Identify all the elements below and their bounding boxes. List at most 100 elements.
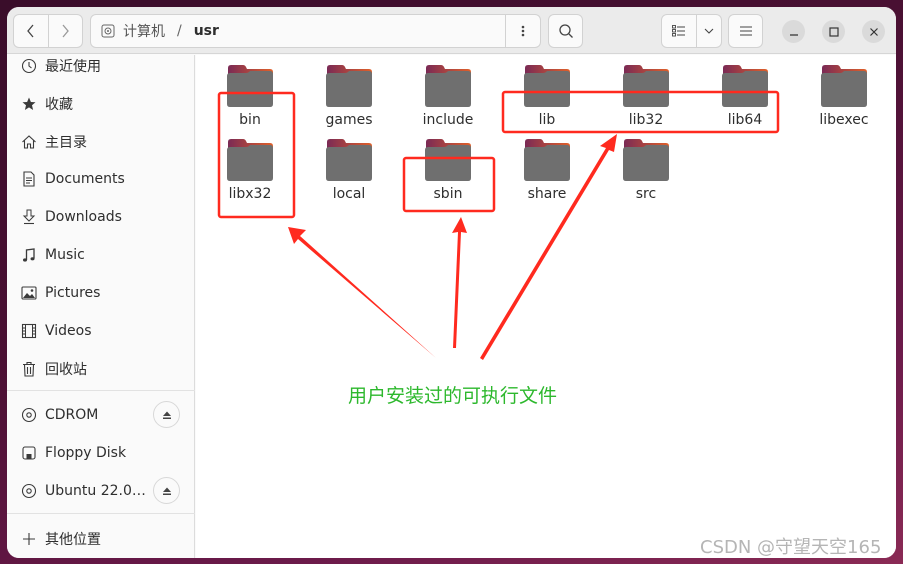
minimize-button[interactable] [782, 20, 805, 43]
folder-icon [524, 139, 570, 181]
folder-item[interactable]: libexec [799, 64, 889, 134]
folder-name: lib64 [727, 112, 763, 128]
vertical-dots-icon [521, 25, 525, 37]
sidebar-divider [7, 390, 195, 391]
folder-icon [326, 139, 372, 181]
sidebar-item-label: 回收站 [45, 362, 87, 378]
sidebar-item-label: Ubuntu 22.0… [45, 483, 146, 499]
folder-icon [326, 65, 372, 107]
sidebar-item-label: Documents [45, 171, 125, 187]
path-bar[interactable]: 计算机 / usr [90, 14, 541, 48]
folder-icon [425, 65, 471, 107]
search-button[interactable] [548, 14, 583, 48]
close-icon [869, 27, 878, 36]
folder-name: share [527, 186, 567, 202]
plus-icon [20, 532, 38, 546]
disc-icon [20, 407, 38, 423]
folder-item[interactable]: local [304, 138, 394, 208]
sidebar-item-trash[interactable]: 回收站 [7, 351, 195, 387]
folder-item[interactable]: libx32 [205, 138, 295, 208]
file-grid: bin games include lib lib32 lib64 libexec libx3… [196, 55, 896, 558]
folder-name: sbin [433, 186, 463, 202]
folder-item[interactable]: lib [502, 64, 592, 134]
folder-item[interactable]: src [601, 138, 691, 208]
star-icon [20, 96, 38, 112]
list-view-button[interactable] [662, 15, 696, 47]
music-icon [20, 247, 38, 263]
folder-item[interactable]: lib64 [700, 64, 790, 134]
folder-icon [227, 65, 273, 107]
video-icon [20, 323, 38, 339]
sidebar-item-starred[interactable]: 收藏 [7, 86, 195, 122]
sidebar-item-label: Videos [45, 323, 92, 339]
sidebar-item-documents[interactable]: Documents [7, 161, 195, 197]
header-bar: 计算机 / usr [7, 7, 896, 54]
sidebar-item-label: Floppy Disk [45, 445, 127, 461]
sidebar-item-music[interactable]: Music [7, 237, 195, 273]
folder-item[interactable]: bin [205, 64, 295, 134]
watermark: CSDN @守望天空165 [700, 537, 882, 558]
breadcrumb-root[interactable]: 计算机 [123, 21, 165, 41]
eject-icon [162, 411, 171, 419]
sidebar-item-label: 最近使用 [45, 59, 101, 75]
folder-icon [722, 65, 768, 107]
annotation-label: 用户安装过的可执行文件 [348, 385, 558, 407]
close-button[interactable] [862, 20, 885, 43]
nav-buttons [13, 14, 83, 48]
main-menu-button[interactable] [728, 14, 763, 48]
folder-name: include [422, 112, 474, 128]
chevron-left-icon [27, 24, 34, 38]
folder-name: src [635, 186, 657, 202]
trash-icon [20, 361, 38, 377]
search-icon [558, 24, 573, 38]
forward-button[interactable] [47, 15, 82, 47]
folder-icon [524, 65, 570, 107]
breadcrumb-separator: / [177, 23, 182, 39]
folder-icon [623, 139, 669, 181]
folder-item[interactable]: lib32 [601, 64, 691, 134]
disc-icon [20, 483, 38, 499]
sidebar-item-downloads[interactable]: Downloads [7, 199, 195, 235]
sidebar-item-recent[interactable]: 最近使用 [7, 48, 195, 84]
folder-icon [425, 139, 471, 181]
sidebar-item-label: Downloads [45, 209, 122, 225]
folder-item[interactable]: sbin [403, 138, 493, 208]
disk-icon [101, 24, 115, 38]
eject-button[interactable] [153, 477, 180, 504]
folder-name: games [325, 112, 373, 128]
download-icon [20, 209, 38, 225]
sidebar-item-videos[interactable]: Videos [7, 313, 195, 349]
sidebar-other-locations[interactable]: 其他位置 [7, 521, 195, 557]
sidebar-item-label: 主目录 [45, 135, 87, 151]
floppy-icon [20, 445, 38, 461]
sidebar-device-ubuntu[interactable]: Ubuntu 22.0… [7, 473, 195, 509]
view-options-button[interactable] [695, 15, 721, 47]
breadcrumb-current[interactable]: usr [194, 23, 219, 39]
sidebar-item-pictures[interactable]: Pictures [7, 275, 195, 311]
hamburger-icon [739, 26, 752, 36]
sidebar-device-cdrom[interactable]: CDROM [7, 397, 195, 433]
back-button[interactable] [14, 15, 48, 47]
chevron-down-icon [704, 28, 714, 34]
folder-icon [227, 139, 273, 181]
folder-item[interactable]: share [502, 138, 592, 208]
sidebar-device-floppy[interactable]: Floppy Disk [7, 435, 195, 471]
eject-icon [162, 487, 171, 495]
view-toggle [661, 14, 722, 48]
eject-button[interactable] [153, 401, 180, 428]
sidebar: 最近使用 收藏 主目录 Documents Downloads Music Pi… [7, 55, 195, 558]
folder-item[interactable]: games [304, 64, 394, 134]
maximize-icon [828, 26, 839, 37]
picture-icon [20, 285, 38, 301]
sidebar-item-home[interactable]: 主目录 [7, 124, 195, 160]
file-manager-window: 计算机 / usr 最近使用 收藏 主目录 Documents Download… [7, 7, 896, 558]
maximize-button[interactable] [822, 20, 845, 43]
folder-name: lib [538, 112, 556, 128]
folder-name: libexec [819, 112, 869, 128]
path-menu-button[interactable] [505, 15, 540, 47]
folder-item[interactable]: include [403, 64, 493, 134]
sidebar-item-label: CDROM [45, 407, 99, 423]
sidebar-item-label: 其他位置 [45, 532, 101, 548]
minimize-icon [789, 33, 798, 36]
folder-name: libx32 [228, 186, 272, 202]
